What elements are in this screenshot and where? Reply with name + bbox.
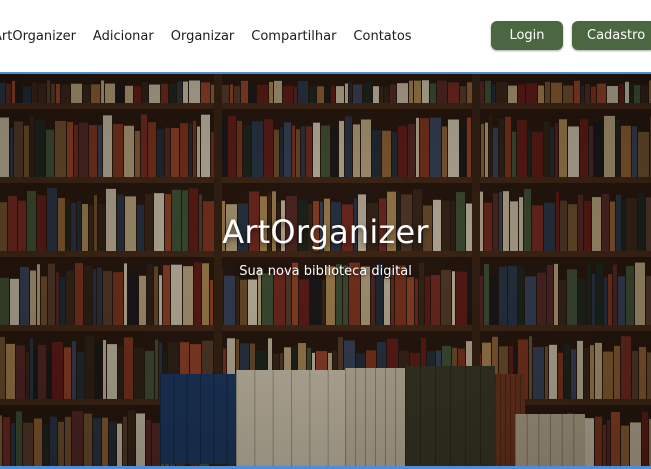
brand-link[interactable]: ArtOrganizer [0,29,76,44]
navbar: ArtOrganizer Adicionar Organizar Compart… [0,0,651,72]
nav-link-compartilhar[interactable]: Compartilhar [251,29,336,44]
nav-link-organizar[interactable]: Organizar [171,29,235,44]
hero-title: ArtOrganizer [222,213,429,251]
nav-links: ArtOrganizer Adicionar Organizar Compart… [0,0,412,72]
login-button[interactable]: Login [491,21,563,50]
hero-banner: ArtOrganizer Sua nova biblioteca digital [0,72,651,469]
signup-button[interactable]: Cadastro [572,21,651,50]
hero-subtitle: Sua nova biblioteca digital [239,264,412,279]
nav-link-contatos[interactable]: Contatos [353,29,411,44]
nav-link-adicionar[interactable]: Adicionar [93,29,154,44]
